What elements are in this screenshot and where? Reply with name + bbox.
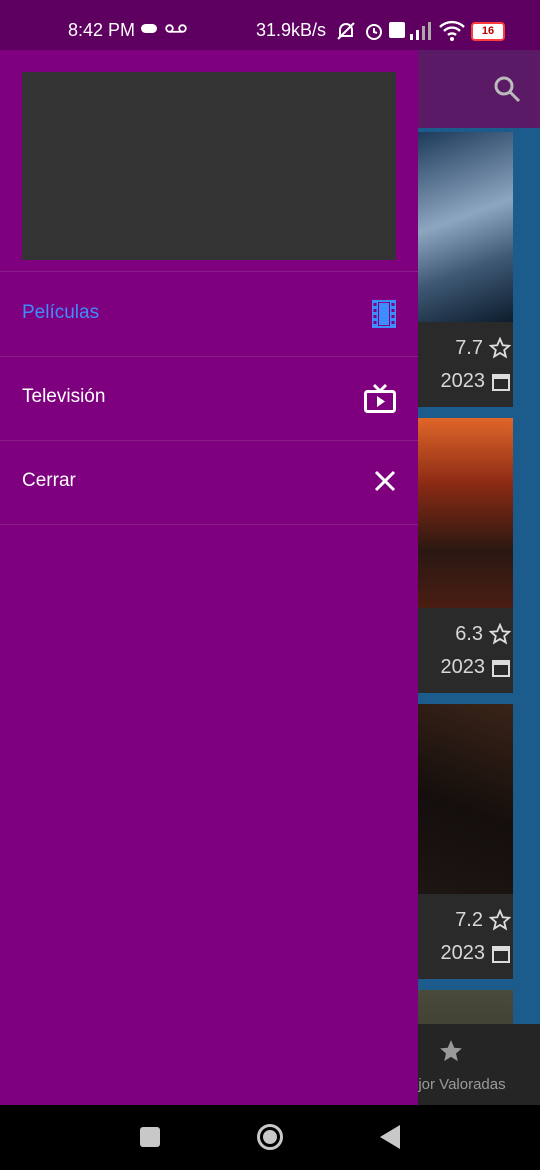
movie-card[interactable]: 7.7 2023	[418, 132, 513, 407]
calendar-icon	[492, 660, 510, 677]
recents-button[interactable]	[140, 1127, 160, 1147]
movie-year: 2023	[440, 942, 486, 964]
status-bar: 8:42 PM 31.9kB/s 16	[0, 0, 540, 50]
cloud-icon	[141, 24, 157, 33]
voicemail-icon	[165, 24, 187, 33]
bottom-nav-label[interactable]: ejor Valoradas	[410, 1076, 540, 1093]
movie-poster	[418, 132, 513, 322]
drawer-header-image	[22, 72, 396, 260]
star-icon	[489, 337, 511, 359]
alarm-icon	[366, 24, 382, 40]
menu-item-peliculas[interactable]: Películas	[0, 272, 418, 357]
tv-icon	[364, 384, 396, 413]
status-icons: 16	[335, 20, 535, 42]
movie-card[interactable]: 6.3 2023	[418, 418, 513, 693]
movie-year: 2023	[440, 370, 486, 392]
status-time: 8:42 PM	[68, 20, 136, 40]
back-button[interactable]	[380, 1125, 400, 1149]
mute-bell-icon	[337, 22, 355, 40]
search-icon[interactable]	[492, 74, 522, 104]
calendar-icon	[492, 946, 510, 963]
movie-rating: 7.7	[455, 337, 483, 359]
movie-poster	[418, 704, 513, 894]
drawer-header	[0, 50, 418, 272]
system-navigation-bar	[0, 1105, 540, 1170]
star-icon	[489, 623, 511, 645]
movie-card[interactable]: 7.2 2023	[418, 704, 513, 979]
menu-item-label: Televisión	[22, 386, 106, 407]
star-icon	[489, 909, 511, 931]
movie-film-icon	[372, 300, 396, 328]
calendar-icon	[492, 374, 510, 391]
network-speed: 31.9kB/s	[256, 20, 327, 40]
movie-rating: 6.3	[455, 623, 483, 645]
volte-icon	[389, 22, 405, 38]
star-icon[interactable]	[438, 1038, 464, 1064]
menu-item-cerrar[interactable]: Cerrar	[0, 440, 418, 525]
wifi-icon	[439, 20, 465, 41]
menu-item-label: Cerrar	[22, 470, 76, 491]
menu-item-television[interactable]: Televisión	[0, 356, 418, 441]
movie-poster	[418, 418, 513, 608]
home-button[interactable]	[256, 1123, 284, 1151]
signal-icon	[410, 22, 431, 40]
navigation-drawer: Películas Televisión Cerrar	[0, 50, 418, 1105]
close-icon	[374, 470, 396, 492]
movie-rating: 7.2	[455, 909, 483, 931]
menu-item-label: Películas	[22, 302, 100, 323]
movie-year: 2023	[440, 656, 486, 678]
battery-icon: 16	[471, 22, 505, 41]
